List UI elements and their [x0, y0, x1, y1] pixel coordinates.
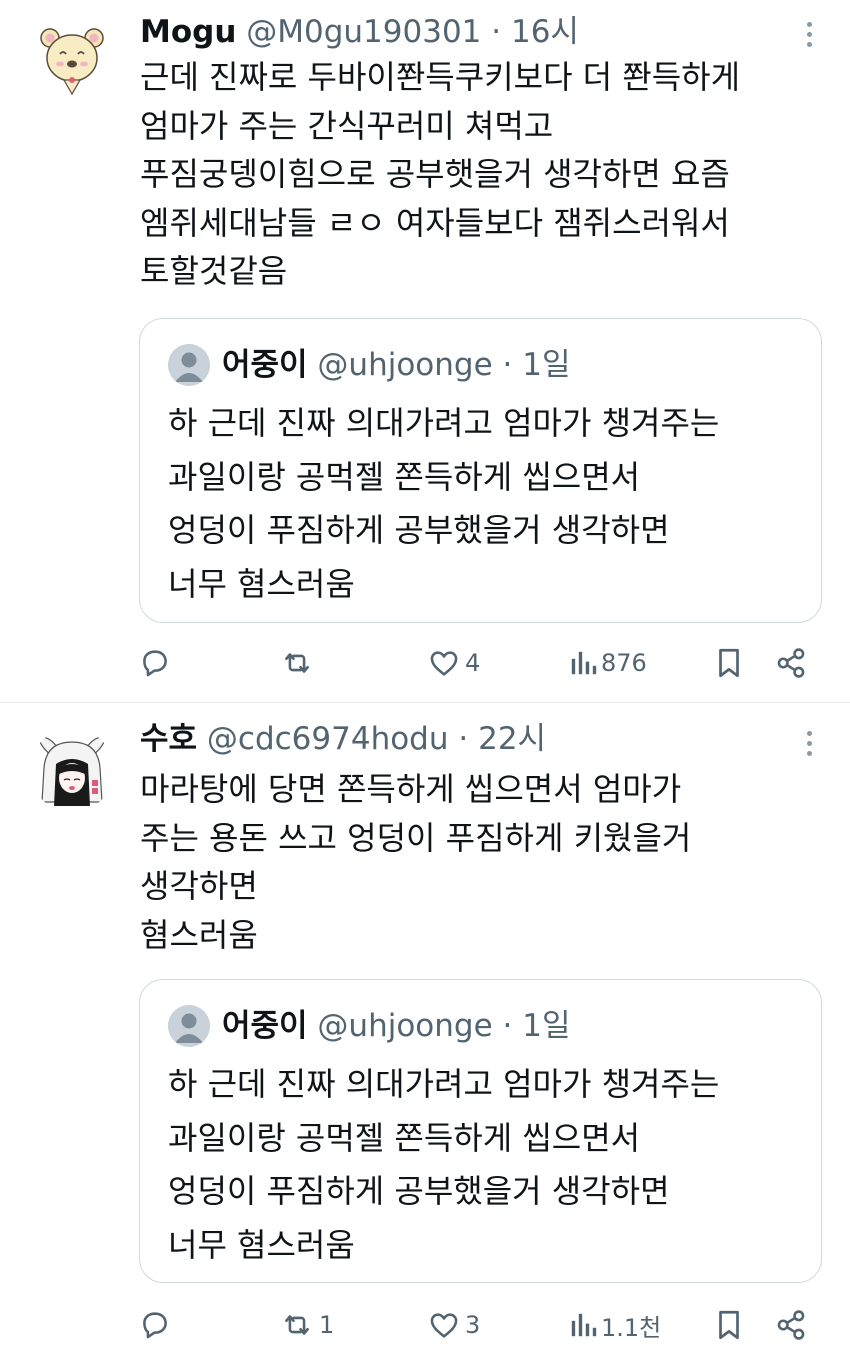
- quoted-text: 하 근데 진짜 의대가려고 엄마가 챙겨주는 과일이랑 공먹젤 쫀득하게 씹으면…: [168, 1058, 719, 1272]
- quoted-timestamp[interactable]: 1일: [522, 347, 570, 383]
- tweet-text: 마라탕에 당면 쫀득하게 씹으면서 엄마가 주는 용돈 쓰고 엉덩이 푸짐하게 …: [140, 765, 830, 959]
- tweet-text-line: 엠쥐세대남들 ㄹㅇ 여자들보다 잼쥐스러워서: [140, 203, 730, 242]
- separator-dot: ·: [502, 1008, 513, 1044]
- tweet-text-line: 생각하면: [140, 867, 258, 905]
- separator-dot: ·: [502, 347, 513, 383]
- avatar[interactable]: [30, 16, 114, 100]
- action-bar: 4 876: [0, 643, 850, 683]
- quoted-text-line: 과일이랑 공먹젤 쫀득하게 씹으면서: [168, 1118, 641, 1157]
- quoted-header: 어중이 @uhjoonge · 1일: [222, 341, 571, 389]
- share-button[interactable]: [774, 1305, 808, 1345]
- quoted-header: 어중이 @uhjoonge · 1일: [222, 1002, 571, 1050]
- views-icon: [571, 1313, 597, 1337]
- tweet[interactable]: Mogu @M0gu190301 · 16시 근데 진짜로 두바이쫜득쿠키보다 …: [0, 0, 850, 700]
- quoted-text-line: 엉덩이 푸짐하게 공부했을거 생각하면: [168, 511, 670, 549]
- quoted-display-name[interactable]: 어중이: [222, 1008, 308, 1044]
- views-button[interactable]: 876: [569, 643, 647, 683]
- quoted-text-line: 엉덩이 푸짐하게 공부했을거 생각하면: [168, 1172, 670, 1210]
- quoted-text-line: 하 근데 진짜 의대가려고 엄마가 챙겨주는: [168, 1065, 720, 1103]
- quoted-handle[interactable]: @uhjoonge: [317, 347, 492, 383]
- views-count: 1.1천: [601, 1313, 662, 1342]
- share-icon: [777, 648, 805, 678]
- reply-button[interactable]: [138, 1305, 172, 1345]
- tweet-text-line: 엄마가 주는 간식꾸러미 쳐먹고: [140, 106, 554, 145]
- tweet-header: Mogu @M0gu190301 · 16시: [140, 10, 579, 54]
- views-icon: [571, 651, 597, 675]
- timestamp[interactable]: 22시: [478, 721, 546, 757]
- tweet-text-line: 혐스러움: [140, 915, 258, 954]
- like-button[interactable]: 4: [427, 643, 480, 683]
- separator-dot: ·: [491, 14, 502, 50]
- display-name[interactable]: Mogu: [140, 14, 236, 50]
- bunny-girl-avatar-icon: [30, 728, 114, 812]
- more-icon[interactable]: [804, 22, 814, 52]
- quoted-tweet[interactable]: 어중이 @uhjoonge · 1일 하 근데 진짜 의대가려고 엄마가 챙겨주…: [139, 318, 822, 623]
- retweet-icon: [285, 653, 309, 673]
- share-icon: [777, 1310, 805, 1340]
- bookmark-button[interactable]: [714, 643, 744, 683]
- display-name[interactable]: 수호: [140, 721, 197, 757]
- quoted-text-line: 너무 혐스러움: [168, 1225, 355, 1264]
- default-avatar-icon: [168, 344, 210, 386]
- quoted-tweet[interactable]: 어중이 @uhjoonge · 1일 하 근데 진짜 의대가려고 엄마가 챙겨주…: [139, 979, 822, 1283]
- share-button[interactable]: [774, 643, 808, 683]
- quoted-timestamp[interactable]: 1일: [522, 1008, 570, 1044]
- reply-icon: [143, 650, 167, 677]
- more-icon[interactable]: [804, 731, 814, 761]
- retweet-button[interactable]: 1: [279, 1305, 334, 1345]
- quoted-display-name[interactable]: 어중이: [222, 347, 308, 383]
- tweet-text: 근데 진짜로 두바이쫜득쿠키보다 더 쫜득하게 엄마가 주는 간식꾸러미 쳐먹고…: [140, 53, 830, 296]
- bookmark-icon: [719, 1310, 739, 1340]
- tweet-text-line: 마라탕에 당면 쫀득하게 씹으면서 엄마가: [140, 770, 682, 808]
- quoted-text-line: 과일이랑 공먹젤 쫀득하게 씹으면서: [168, 457, 641, 496]
- separator-dot: ·: [458, 721, 469, 757]
- retweet-button[interactable]: [279, 643, 319, 683]
- like-count: 3: [465, 1311, 481, 1339]
- retweet-icon: [285, 1315, 309, 1335]
- tweet-header: 수호 @cdc6974hodu · 22시: [140, 717, 546, 761]
- like-count: 4: [465, 649, 481, 677]
- views-button[interactable]: 1.1천: [569, 1305, 661, 1345]
- quoted-text-line: 너무 혐스러움: [168, 564, 355, 603]
- reply-button[interactable]: [138, 643, 172, 683]
- retweet-count: 1: [319, 1311, 335, 1339]
- like-button[interactable]: 3: [427, 1305, 480, 1345]
- avatar[interactable]: [30, 728, 114, 812]
- tweet-text-line: 주는 용돈 쓰고 엉덩이 푸짐하게 키웠을거: [140, 818, 692, 857]
- default-avatar-icon: [168, 1005, 210, 1047]
- views-count: 876: [601, 649, 647, 677]
- quoted-handle[interactable]: @uhjoonge: [317, 1008, 492, 1044]
- reply-icon: [143, 1312, 167, 1339]
- quoted-text-line: 하 근데 진짜 의대가려고 엄마가 챙겨주는: [168, 404, 720, 442]
- quoted-avatar[interactable]: [168, 1005, 210, 1047]
- bookmark-icon: [719, 648, 739, 678]
- heart-icon: [430, 1313, 458, 1338]
- user-handle[interactable]: @M0gu190301: [246, 14, 481, 50]
- bear-avatar-icon: [30, 16, 114, 100]
- tweet-text-line: 토할것같음: [140, 252, 288, 290]
- tweet[interactable]: 수호 @cdc6974hodu · 22시 마라탕에 당면 쫀득하게 씹으면서 …: [0, 703, 850, 1353]
- quoted-text: 하 근데 진짜 의대가려고 엄마가 챙겨주는 과일이랑 공먹젤 쫀득하게 씹으면…: [168, 397, 719, 611]
- quoted-avatar[interactable]: [168, 344, 210, 386]
- timestamp[interactable]: 16시: [511, 14, 579, 50]
- action-bar: 1 3 1.1천: [0, 1305, 850, 1345]
- tweet-text-line: 푸짐궁뎅이힘으로 공부햇을거 생각하면 요즘: [140, 155, 730, 193]
- bookmark-button[interactable]: [714, 1305, 744, 1345]
- heart-icon: [430, 651, 458, 676]
- tweet-text-line: 근데 진짜로 두바이쫜득쿠키보다 더 쫜득하게: [140, 58, 741, 96]
- user-handle[interactable]: @cdc6974hodu: [207, 721, 449, 757]
